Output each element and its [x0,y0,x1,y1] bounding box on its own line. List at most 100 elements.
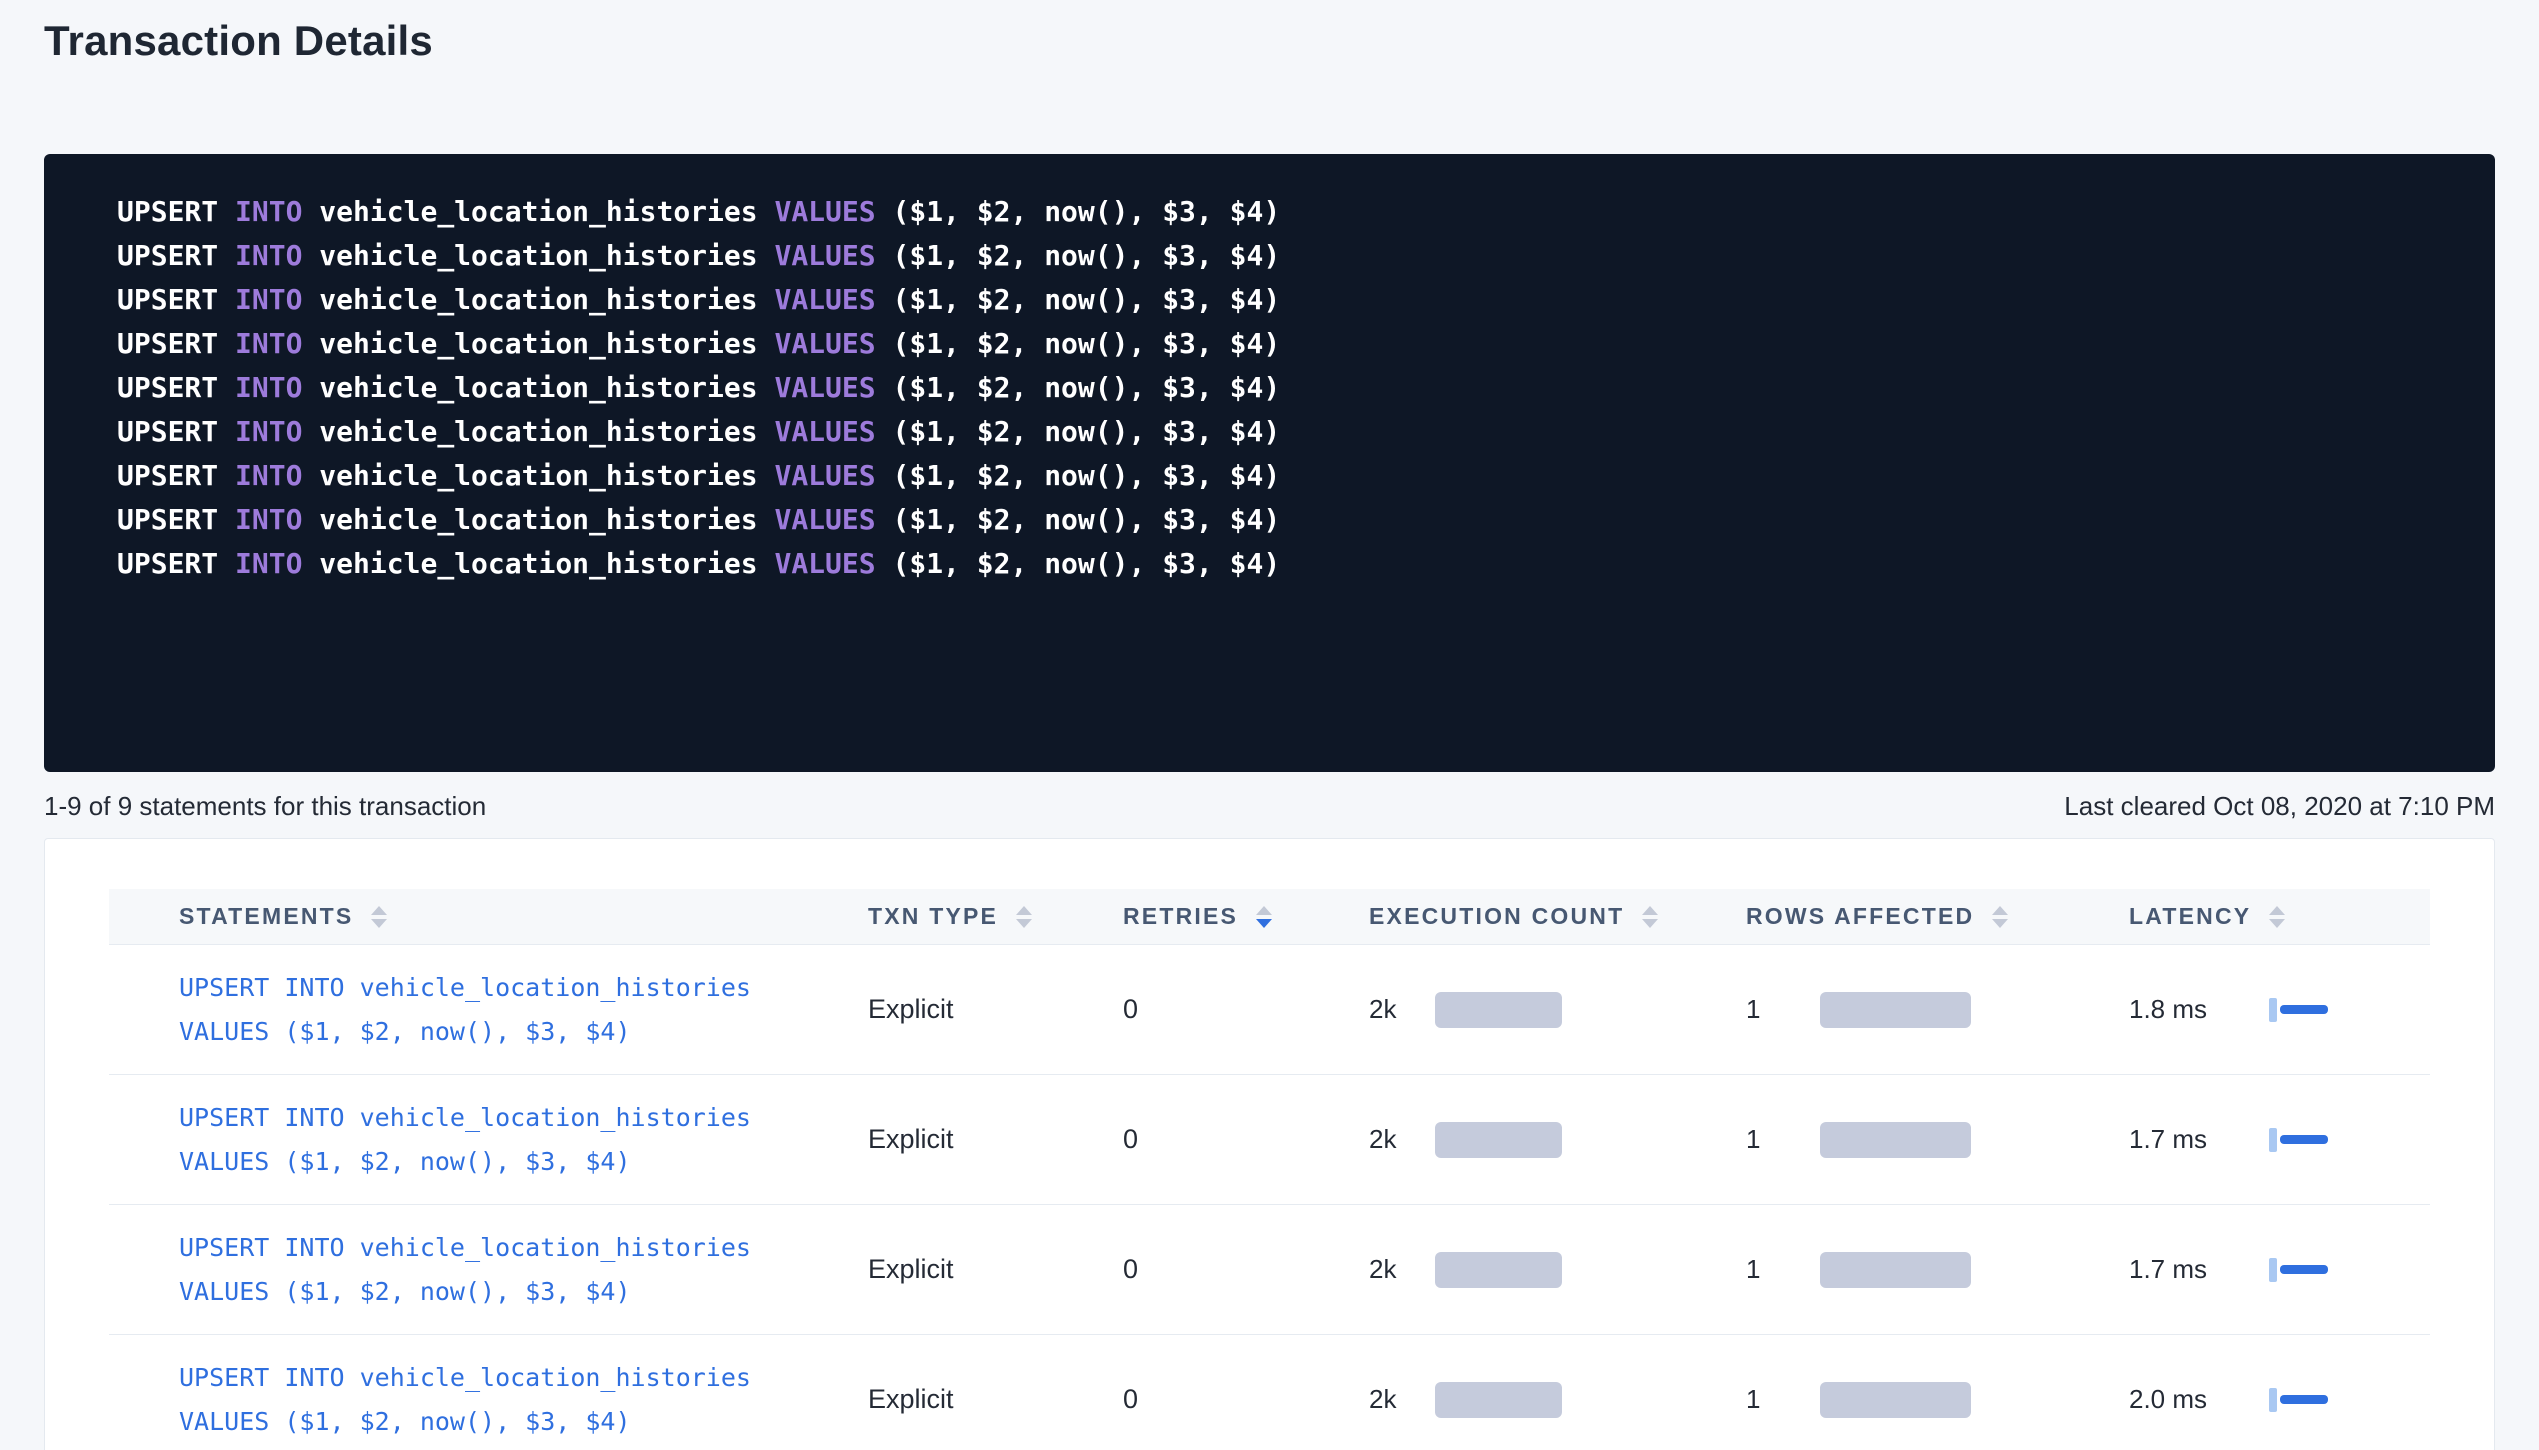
sort-asc-arrow-icon [1016,906,1032,915]
sql-keyword: INTO [235,327,302,360]
column-header-execution-count[interactable]: EXECUTION COUNT [1369,903,1746,930]
sql-keyword: INTO [235,195,302,228]
sql-keyword: INTO [235,547,302,580]
table-row: UPSERT INTO vehicle_location_historiesVA… [109,1335,2430,1450]
execution-count-bar [1435,1382,1562,1418]
sort-icon[interactable] [1642,906,1658,928]
latency-bar-chart [2269,1388,2328,1412]
sort-icon[interactable] [2269,906,2285,928]
rows-affected-bar [1820,1382,1971,1418]
sql-text: ($1, $2, now(), $3, $4) [876,415,1281,448]
sql-keyword: VALUES [774,239,875,272]
sql-code-block: UPSERT INTO vehicle_location_histories V… [44,154,2495,772]
rows-affected-cell: 1 [1746,1122,2129,1158]
sql-text: vehicle_location_histories [302,503,774,536]
sql-text: ($1, $2, now(), $3, $4) [876,283,1281,316]
column-header-label: LATENCY [2129,903,2251,930]
latency-bar-chart [2269,1128,2328,1152]
execution-count-value: 2k [1369,1384,1435,1415]
txn-type-cell: Explicit [868,994,1123,1025]
statement-link[interactable]: UPSERT INTO vehicle_location_historiesVA… [179,966,868,1054]
sql-statement-line: UPSERT INTO vehicle_location_histories V… [117,278,2455,322]
sql-text: ($1, $2, now(), $3, $4) [876,327,1281,360]
sql-statement-line: UPSERT INTO vehicle_location_histories V… [117,234,2455,278]
txn-type-cell: Explicit [868,1254,1123,1285]
statements-table-card: STATEMENTSTXN TYPERETRIESEXECUTION COUNT… [44,838,2495,1450]
sql-text: UPSERT [117,547,235,580]
sql-text: UPSERT [117,327,235,360]
sql-text: ($1, $2, now(), $3, $4) [876,239,1281,272]
latency-tick-icon [2269,1128,2277,1152]
sql-text: UPSERT [117,503,235,536]
rows-affected-value: 1 [1746,994,1820,1025]
sql-text: UPSERT [117,415,235,448]
column-header-rows-affected[interactable]: ROWS AFFECTED [1746,903,2129,930]
latency-cell: 1.7 ms [2129,1254,2430,1285]
sql-statement-line: UPSERT INTO vehicle_location_histories V… [117,410,2455,454]
statement-line-2: VALUES ($1, $2, now(), $3, $4) [179,1400,868,1444]
sql-text: UPSERT [117,459,235,492]
column-header-statements[interactable]: STATEMENTS [109,903,868,930]
table-body: UPSERT INTO vehicle_location_historiesVA… [109,945,2430,1450]
latency-cell: 2.0 ms [2129,1384,2430,1415]
sql-keyword: VALUES [774,547,875,580]
sql-keyword: INTO [235,415,302,448]
statement-link[interactable]: UPSERT INTO vehicle_location_historiesVA… [179,1226,868,1314]
sort-icon[interactable] [1016,906,1032,928]
statement-line-2: VALUES ($1, $2, now(), $3, $4) [179,1270,868,1314]
sql-text: ($1, $2, now(), $3, $4) [876,195,1281,228]
sort-icon[interactable] [371,906,387,928]
rows-affected-cell: 1 [1746,1252,2129,1288]
statement-line-1: UPSERT INTO vehicle_location_histories [179,966,868,1010]
sql-statement-line: UPSERT INTO vehicle_location_histories V… [117,542,2455,586]
column-header-txn-type[interactable]: TXN TYPE [868,903,1123,930]
latency-value: 1.7 ms [2129,1124,2269,1155]
sql-text: UPSERT [117,239,235,272]
statement-link[interactable]: UPSERT INTO vehicle_location_historiesVA… [179,1356,868,1444]
sql-text: ($1, $2, now(), $3, $4) [876,371,1281,404]
latency-cell: 1.7 ms [2129,1124,2430,1155]
sql-text: UPSERT [117,371,235,404]
execution-count-bar [1435,1122,1562,1158]
sql-keyword: VALUES [774,503,875,536]
execution-count-cell: 2k [1369,1252,1746,1288]
latency-bar-chart [2269,998,2328,1022]
latency-bar-chart [2269,1258,2328,1282]
sql-statement-line: UPSERT INTO vehicle_location_histories V… [117,498,2455,542]
sql-keyword: VALUES [774,327,875,360]
latency-tick-icon [2269,1388,2277,1412]
table-header-row: STATEMENTSTXN TYPERETRIESEXECUTION COUNT… [109,889,2430,945]
latency-bar [2280,1135,2328,1144]
sql-text: ($1, $2, now(), $3, $4) [876,503,1281,536]
rows-affected-cell: 1 [1746,992,2129,1028]
rows-affected-value: 1 [1746,1254,1820,1285]
txn-type-cell: Explicit [868,1384,1123,1415]
sql-keyword: VALUES [774,283,875,316]
latency-cell: 1.8 ms [2129,994,2430,1025]
column-header-retries[interactable]: RETRIES [1123,903,1369,930]
statements-table: STATEMENTSTXN TYPERETRIESEXECUTION COUNT… [109,889,2430,1450]
column-header-latency[interactable]: LATENCY [2129,903,2430,930]
sql-text: ($1, $2, now(), $3, $4) [876,459,1281,492]
sql-keyword: INTO [235,371,302,404]
statement-line-1: UPSERT INTO vehicle_location_histories [179,1226,868,1270]
sort-icon[interactable] [1256,906,1272,928]
execution-count-value: 2k [1369,994,1435,1025]
sql-statement-line: UPSERT INTO vehicle_location_histories V… [117,366,2455,410]
statement-line-2: VALUES ($1, $2, now(), $3, $4) [179,1010,868,1054]
retries-cell: 0 [1123,1254,1369,1285]
sort-asc-arrow-icon [1992,906,2008,915]
page-title: Transaction Details [44,16,2495,66]
latency-bar [2280,1265,2328,1274]
sort-asc-arrow-icon [1256,906,1272,915]
sql-text: UPSERT [117,195,235,228]
statement-line-2: VALUES ($1, $2, now(), $3, $4) [179,1140,868,1184]
latency-tick-icon [2269,1258,2277,1282]
sql-text: vehicle_location_histories [302,459,774,492]
statement-link[interactable]: UPSERT INTO vehicle_location_historiesVA… [179,1096,868,1184]
sort-desc-arrow-icon [2269,919,2285,928]
sort-icon[interactable] [1992,906,2008,928]
execution-count-cell: 2k [1369,1122,1746,1158]
rows-affected-value: 1 [1746,1384,1820,1415]
column-header-label: ROWS AFFECTED [1746,903,1974,930]
